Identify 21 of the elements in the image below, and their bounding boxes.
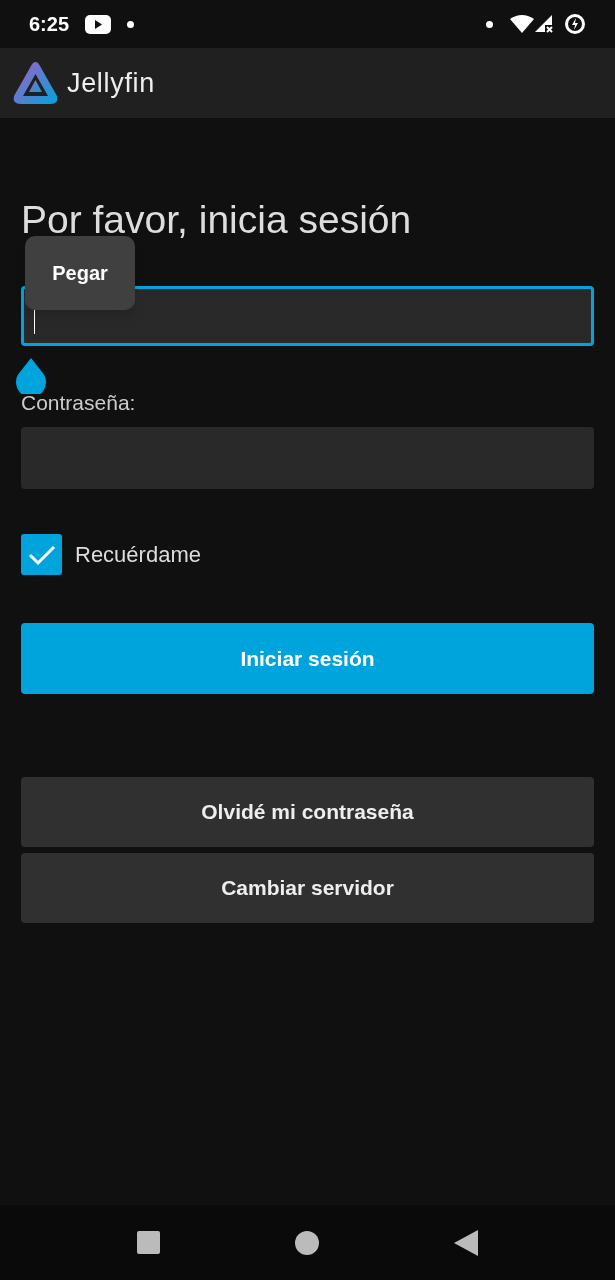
video-app-icon xyxy=(85,14,112,34)
secondary-button[interactable]: Olvidé mi contraseña xyxy=(21,777,594,847)
status-time: 6:25 xyxy=(29,12,70,37)
checkbox-label: Recuérdame xyxy=(75,541,201,569)
username-field[interactable] xyxy=(21,286,594,346)
paste-menu[interactable]: Pegar xyxy=(25,236,135,310)
app-title: Jellyfin xyxy=(67,66,155,100)
selection-handle[interactable] xyxy=(15,358,47,394)
back-button[interactable] xyxy=(454,1229,478,1256)
logo-icon xyxy=(12,60,59,106)
cellular-no-signal-icon xyxy=(534,14,554,34)
password-field[interactable] xyxy=(21,427,594,489)
battery-saver-icon xyxy=(564,13,586,35)
notification-dot-icon xyxy=(127,20,135,28)
checkmark-icon xyxy=(27,543,56,566)
wifi-icon xyxy=(510,15,534,33)
home-button[interactable] xyxy=(295,1230,319,1255)
field-label: Contraseña: xyxy=(21,390,137,416)
notification-dot-icon xyxy=(486,20,493,28)
checkbox[interactable] xyxy=(21,534,62,575)
secondary-button[interactable]: Cambiar servidor xyxy=(21,853,594,923)
